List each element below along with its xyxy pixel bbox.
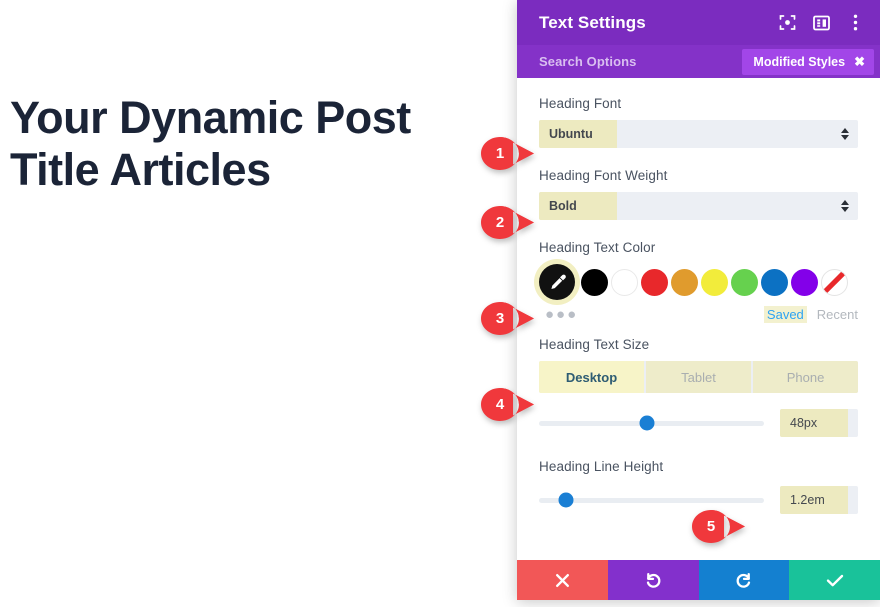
device-tab-desktop[interactable]: Desktop: [539, 361, 644, 393]
page-title: Your Dynamic Post Title Articles: [10, 92, 411, 196]
more-colors-icon[interactable]: ●●●: [539, 307, 764, 322]
cancel-button[interactable]: [517, 560, 608, 600]
swatch-yellow[interactable]: [701, 268, 728, 296]
swatch-purple[interactable]: [791, 268, 818, 296]
panel-body: Heading Font Ubuntu Heading Font Weight …: [517, 78, 880, 560]
field-heading-text-color: Heading Text Color ●●● Saved Recent: [539, 240, 858, 323]
field-heading-font-weight: Heading Font Weight Bold: [539, 168, 858, 220]
heading-line-height-label: Heading Line Height: [539, 459, 664, 474]
heading-font-label: Heading Font: [539, 96, 622, 111]
chevron-updown-icon: [841, 128, 849, 140]
swatch-red[interactable]: [641, 268, 668, 296]
slider-handle[interactable]: [639, 415, 655, 431]
modified-styles-label: Modified Styles: [753, 54, 846, 69]
focus-target-icon[interactable]: [778, 14, 796, 32]
search-options-row: Search Options Modified Styles ✖: [517, 45, 880, 78]
color-swatch-row: [539, 264, 858, 300]
heading-line-height-value-text: 1.2em: [780, 486, 848, 514]
color-swatch-footer: ●●● Saved Recent: [539, 306, 858, 323]
text-settings-panel: Text Settings Search Options Modified St…: [517, 0, 880, 600]
search-input[interactable]: Search Options: [539, 54, 742, 69]
heading-text-color-label: Heading Text Color: [539, 240, 656, 255]
eyedropper-icon: [550, 274, 566, 289]
close-icon: [555, 573, 569, 587]
heading-text-size-slider-row: 48px: [539, 409, 858, 437]
heading-font-value: Ubuntu: [539, 120, 617, 148]
undo-icon: [646, 572, 661, 588]
heading-text-size-label: Heading Text Size: [539, 337, 650, 352]
heading-text-color-eyedropper[interactable]: [539, 264, 575, 300]
panel-header-actions: [778, 14, 864, 32]
field-heading-line-height: Heading Line Height 1.2em: [539, 459, 858, 514]
heading-font-weight-label: Heading Font Weight: [539, 168, 668, 183]
device-tab-phone[interactable]: Phone: [751, 361, 858, 393]
save-button[interactable]: [789, 560, 880, 600]
swatch-green[interactable]: [731, 268, 758, 296]
field-heading-text-size: Heading Text Size Desktop Tablet Phone 4…: [539, 337, 858, 437]
swatch-none[interactable]: [821, 268, 848, 296]
slider-handle[interactable]: [558, 492, 574, 508]
heading-text-size-value-text: 48px: [780, 409, 848, 437]
heading-line-height-value[interactable]: 1.2em: [780, 486, 858, 514]
device-tabs: Desktop Tablet Phone: [539, 361, 858, 393]
heading-line-height-slider[interactable]: [539, 492, 764, 508]
undo-button[interactable]: [607, 560, 699, 600]
heading-line-height-slider-row: 1.2em: [539, 486, 858, 514]
heading-font-weight-select[interactable]: Bold: [539, 192, 858, 220]
device-tab-tablet[interactable]: Tablet: [644, 361, 751, 393]
recent-colors-tab[interactable]: Recent: [817, 307, 858, 322]
chevron-updown-icon: [841, 200, 849, 212]
layout-panel-icon[interactable]: [812, 14, 830, 32]
modified-styles-badge[interactable]: Modified Styles ✖: [742, 48, 874, 75]
swatch-white[interactable]: [611, 268, 638, 296]
panel-title: Text Settings: [539, 12, 646, 32]
saved-colors-tab[interactable]: Saved: [763, 306, 807, 323]
heading-font-weight-value: Bold: [539, 192, 617, 220]
check-icon: [826, 574, 843, 586]
panel-footer: [517, 560, 880, 600]
heading-text-size-slider[interactable]: [539, 415, 764, 431]
field-heading-font: Heading Font Ubuntu: [539, 96, 858, 148]
heading-font-select[interactable]: Ubuntu: [539, 120, 858, 148]
swatch-black[interactable]: [581, 268, 608, 296]
swatch-orange[interactable]: [671, 268, 698, 296]
swatch-blue[interactable]: [761, 268, 788, 296]
redo-button[interactable]: [698, 560, 790, 600]
more-vertical-icon[interactable]: [846, 14, 864, 32]
heading-text-size-value[interactable]: 48px: [780, 409, 858, 437]
redo-icon: [736, 572, 751, 588]
close-icon[interactable]: ✖: [854, 55, 865, 68]
panel-header: Text Settings: [517, 0, 880, 45]
